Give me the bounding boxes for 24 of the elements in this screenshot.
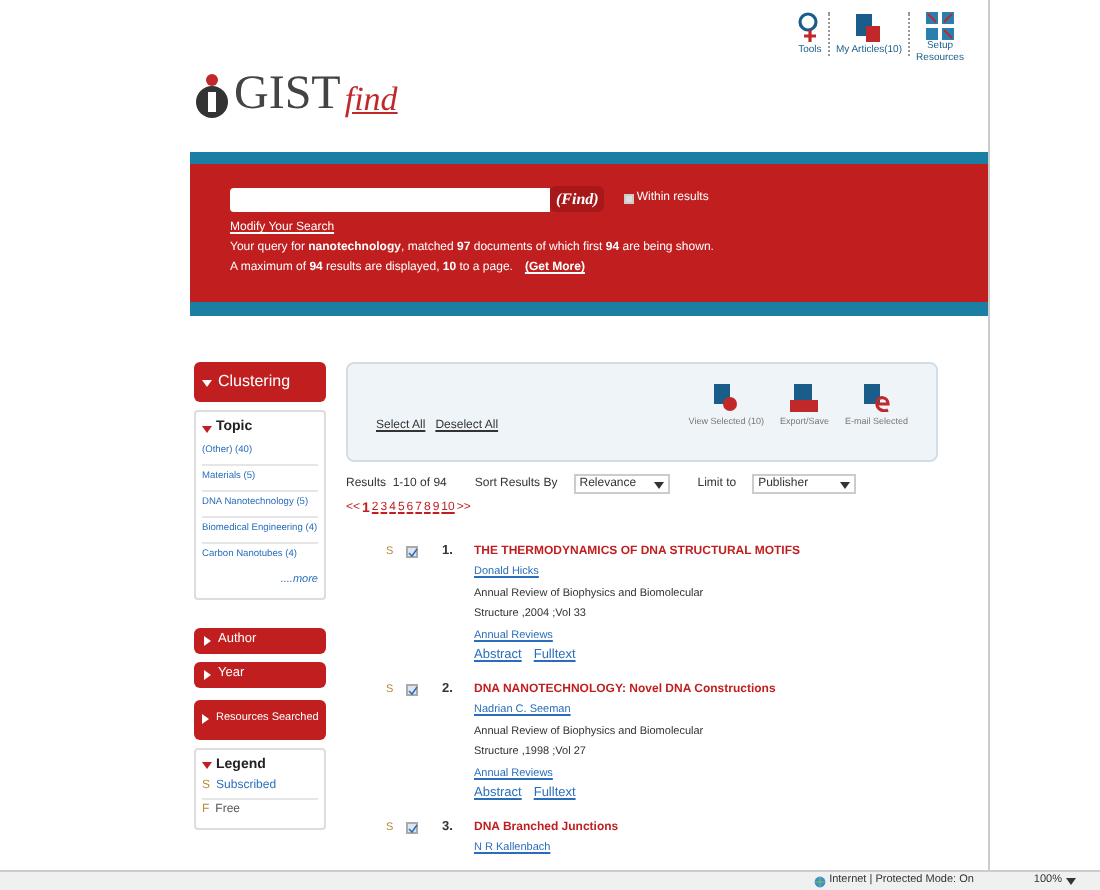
document-icon <box>790 384 819 413</box>
document-icon <box>854 12 883 44</box>
document-icon <box>863 384 890 413</box>
caret-icon <box>840 479 851 489</box>
search-field[interactable] <box>230 187 550 211</box>
caret-icon <box>653 479 664 489</box>
result-checkbox[interactable] <box>406 545 418 557</box>
magnifier-icon <box>797 12 822 44</box>
caret-icon <box>1066 876 1076 886</box>
checkmark-icon <box>408 685 418 695</box>
grid-icon <box>926 12 954 40</box>
globe-icon <box>813 875 826 887</box>
result-checkbox[interactable] <box>406 821 418 833</box>
document-icon <box>714 384 739 413</box>
find-button[interactable]: (Find) <box>550 186 605 212</box>
checkmark-icon <box>408 547 418 557</box>
logo-icon <box>194 72 230 120</box>
gist-find-logo[interactable]: GISTfind <box>194 60 398 120</box>
clustering-header[interactable]: Clustering <box>194 362 326 402</box>
result-checkbox[interactable] <box>406 683 418 695</box>
section-title: Clustering <box>218 370 291 394</box>
checkmark-icon <box>408 823 418 833</box>
within-results-checkbox[interactable] <box>624 194 635 204</box>
caret-icon <box>200 714 210 724</box>
